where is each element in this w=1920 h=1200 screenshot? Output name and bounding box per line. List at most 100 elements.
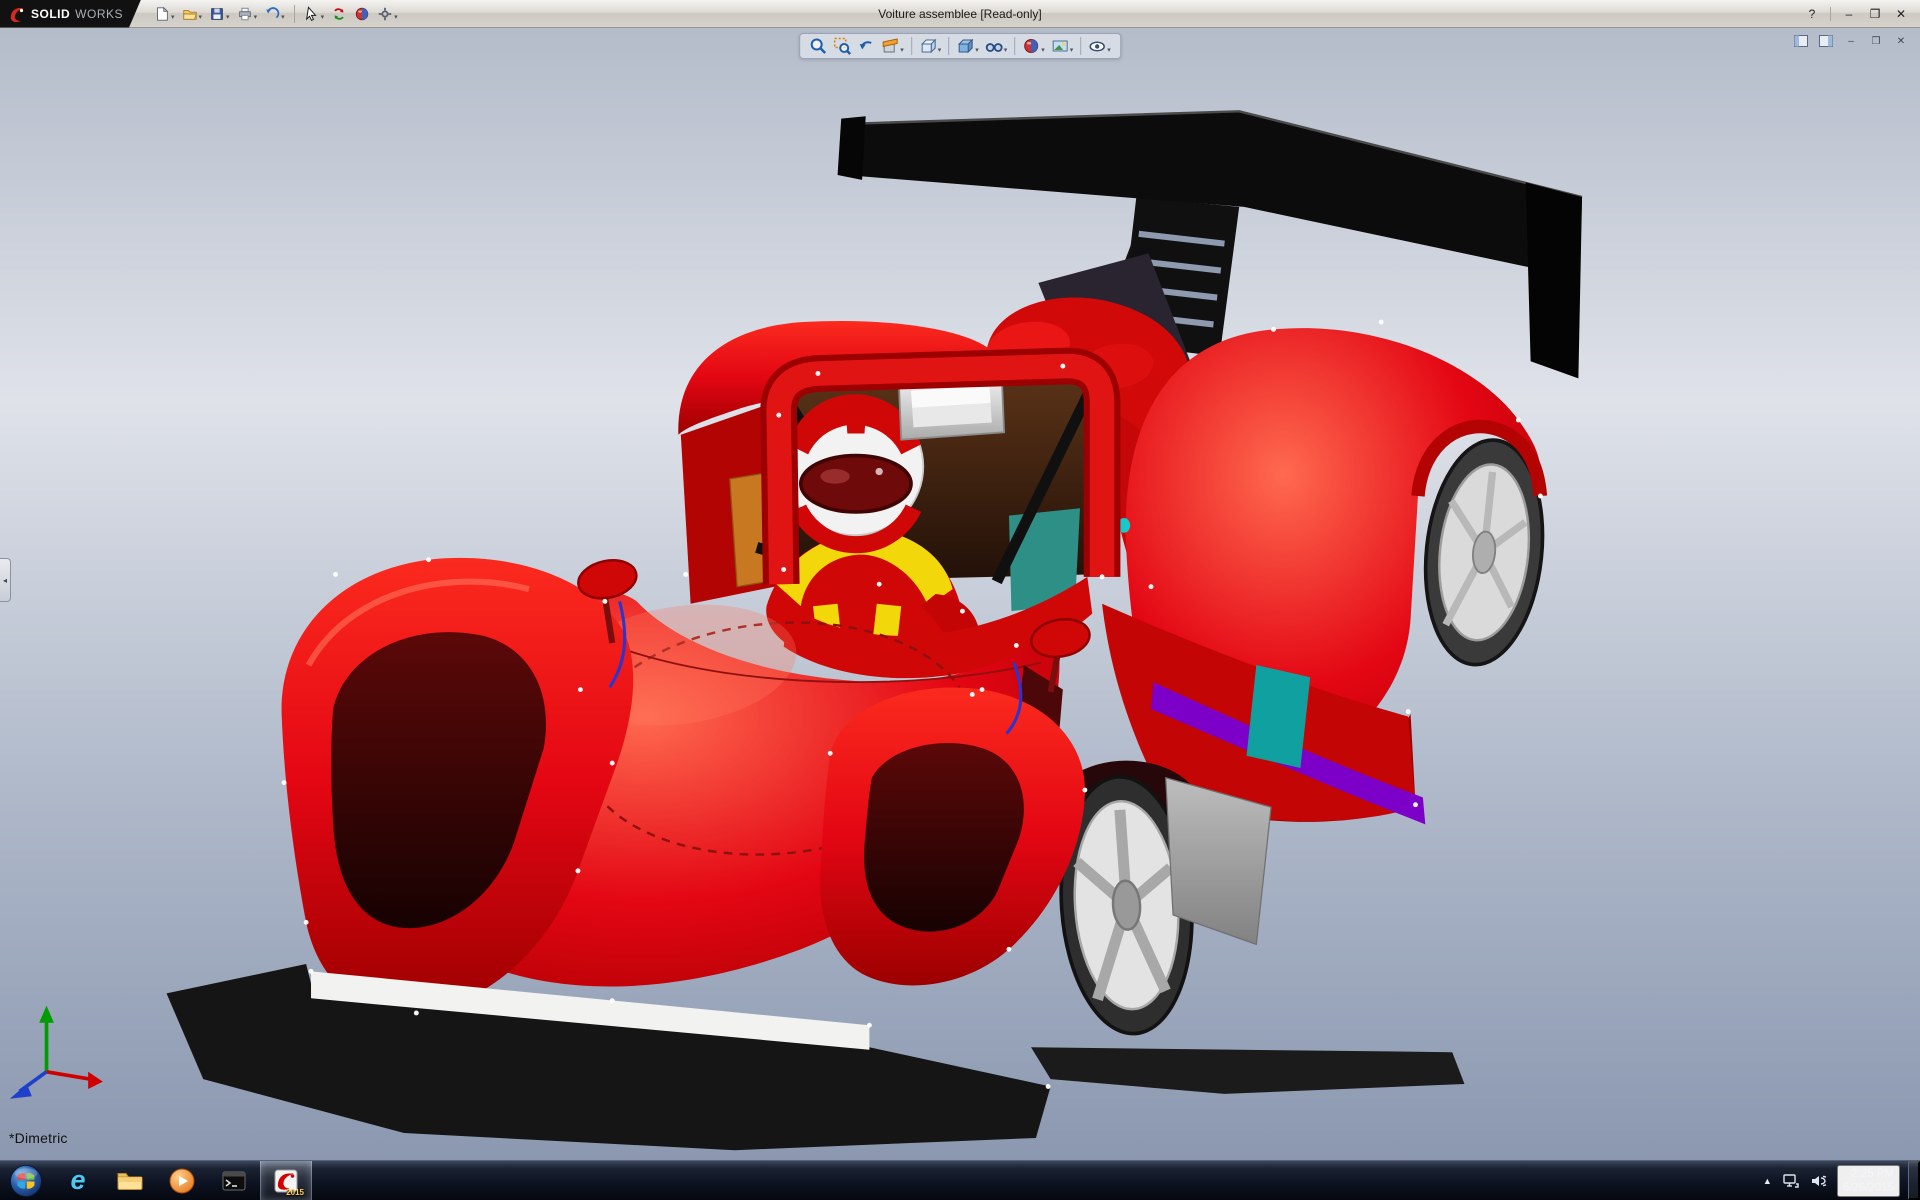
taskbar-windows-explorer[interactable]: [104, 1161, 156, 1200]
volume-icon[interactable]: [1810, 1174, 1826, 1188]
rebuild-icon: [331, 6, 347, 22]
color-sphere-icon: [354, 6, 370, 22]
graphics-viewport: ▾ ▾ ▾: [0, 28, 1920, 1160]
open-folder-icon: [182, 6, 198, 22]
print-button[interactable]: ▾: [234, 4, 261, 24]
document-close-button[interactable]: ✕: [1892, 33, 1910, 49]
toolbar-separator: [294, 5, 295, 23]
taskbar-clock[interactable]: 2:25 PM 6/26/2015: [1837, 1165, 1900, 1197]
toolbar-separator: [948, 37, 949, 55]
close-button[interactable]: ✕: [1890, 5, 1912, 23]
view-orientation-label: *Dimetric: [9, 1130, 68, 1146]
windows-start-orb-icon: [9, 1164, 43, 1198]
section-view-button[interactable]: ▾: [879, 36, 906, 56]
edit-color-button[interactable]: [351, 4, 373, 24]
appearance-sphere-icon: [1022, 37, 1040, 55]
dropdown-caret-icon: ▾: [394, 14, 398, 22]
help-button[interactable]: ?: [1801, 5, 1823, 23]
dropdown-caret-icon: ▾: [900, 47, 904, 55]
select-cursor-icon: [304, 6, 320, 22]
tray-expand-icon[interactable]: ▲: [1763, 1176, 1772, 1186]
zoom-to-area-icon: [833, 37, 851, 55]
system-tray: ▲ 2:25 PM 6/26/2015: [1759, 1161, 1908, 1200]
headsup-view-toolbar: ▾ ▾ ▾: [799, 33, 1121, 59]
taskbar-command-prompt[interactable]: [208, 1161, 260, 1200]
save-disk-icon: [209, 6, 225, 22]
dropdown-caret-icon: ▾: [1004, 47, 1008, 55]
feature-pane-icon: [1794, 35, 1808, 47]
save-button[interactable]: ▾: [206, 4, 233, 24]
toolbar-separator: [1014, 37, 1015, 55]
apply-scene-icon: [1051, 37, 1069, 55]
undo-button[interactable]: ▾: [261, 4, 288, 24]
network-icon[interactable]: [1783, 1174, 1799, 1188]
folder-icon: [116, 1170, 144, 1192]
select-button[interactable]: ▾: [301, 4, 328, 24]
options-button[interactable]: ▾: [374, 4, 401, 24]
new-document-button[interactable]: ▾: [151, 4, 178, 24]
dropdown-caret-icon: ▾: [1107, 47, 1111, 55]
dropdown-caret-icon: ▾: [199, 14, 203, 22]
undo-arrow-icon: [264, 6, 280, 22]
print-icon: [237, 6, 253, 22]
open-button[interactable]: ▾: [179, 4, 206, 24]
minimize-button[interactable]: –: [1838, 5, 1860, 23]
dropdown-caret-icon: ▾: [281, 14, 285, 22]
taskbar-media-player[interactable]: [156, 1161, 208, 1200]
feature-panel-collapse-tab[interactable]: ◂: [0, 558, 11, 602]
dropdown-caret-icon: ▾: [938, 47, 942, 55]
hide-show-items-button[interactable]: ▾: [983, 36, 1010, 56]
document-window-controls: – ❐ ✕: [1792, 33, 1910, 49]
taskbar-solidworks-2015[interactable]: 2015: [260, 1161, 312, 1200]
view-settings-button[interactable]: ▾: [1086, 36, 1113, 56]
rebuild-button[interactable]: [328, 4, 350, 24]
previous-view-icon: [857, 37, 875, 55]
main-toolbar: ▾ ▾ ▾: [151, 4, 401, 24]
display-style-icon: [956, 37, 974, 55]
show-desktop-button[interactable]: [1908, 1161, 1920, 1200]
previous-view-button[interactable]: [855, 36, 877, 56]
toolbar-separator: [1080, 37, 1081, 55]
show-feature-pane-button[interactable]: [1792, 33, 1810, 49]
maximize-button[interactable]: ❐: [1864, 5, 1886, 23]
zoom-to-area-button[interactable]: [831, 36, 853, 56]
toolbar-separator: [911, 37, 912, 55]
window-controls-separator: [1830, 7, 1831, 21]
taskbar-internet-explorer[interactable]: e: [52, 1161, 104, 1200]
dropdown-caret-icon: ▾: [975, 47, 979, 55]
view-settings-eye-icon: [1088, 37, 1106, 55]
view-orientation-cube-icon: [919, 37, 937, 55]
dropdown-caret-icon: ▾: [254, 14, 258, 22]
apply-scene-button[interactable]: ▾: [1049, 36, 1076, 56]
document-minimize-button[interactable]: –: [1842, 33, 1860, 49]
start-button[interactable]: [0, 1161, 52, 1200]
clock-time: 2:25 PM: [1843, 1167, 1894, 1181]
zoom-to-fit-icon: [809, 37, 827, 55]
solidworks-logo-icon: [8, 5, 26, 23]
display-style-button[interactable]: ▾: [954, 36, 981, 56]
3d-model-canvas[interactable]: [0, 28, 1920, 1160]
edit-appearance-button[interactable]: ▾: [1020, 36, 1047, 56]
show-display-pane-button[interactable]: [1817, 33, 1835, 49]
document-title: Voiture assemblee [Read-only]: [878, 0, 1041, 28]
windows-taskbar: e: [0, 1160, 1920, 1200]
media-player-icon: [168, 1167, 196, 1195]
dropdown-caret-icon: ▾: [1070, 47, 1074, 55]
zoom-to-fit-button[interactable]: [807, 36, 829, 56]
options-gear-icon: [377, 6, 393, 22]
dropdown-caret-icon: ▾: [321, 14, 325, 22]
brand-text-bold: SOLID: [31, 7, 70, 21]
dropdown-caret-icon: ▾: [1041, 47, 1045, 55]
dropdown-caret-icon: ▾: [226, 14, 230, 22]
view-orientation-button[interactable]: ▾: [917, 36, 944, 56]
dropdown-caret-icon: ▾: [171, 14, 175, 22]
document-restore-button[interactable]: ❐: [1867, 33, 1885, 49]
display-pane-icon: [1819, 35, 1833, 47]
solidworks-version-badge: 2015: [286, 1188, 304, 1197]
window-controls: ? – ❐ ✕: [1801, 5, 1920, 23]
clock-date: 6/26/2015: [1843, 1181, 1894, 1195]
solidworks-application-window: SOLIDWORKS ▾ ▾: [0, 0, 1920, 1200]
command-prompt-icon: [221, 1169, 247, 1193]
section-view-icon: [881, 37, 899, 55]
internet-explorer-icon: e: [70, 1167, 85, 1194]
